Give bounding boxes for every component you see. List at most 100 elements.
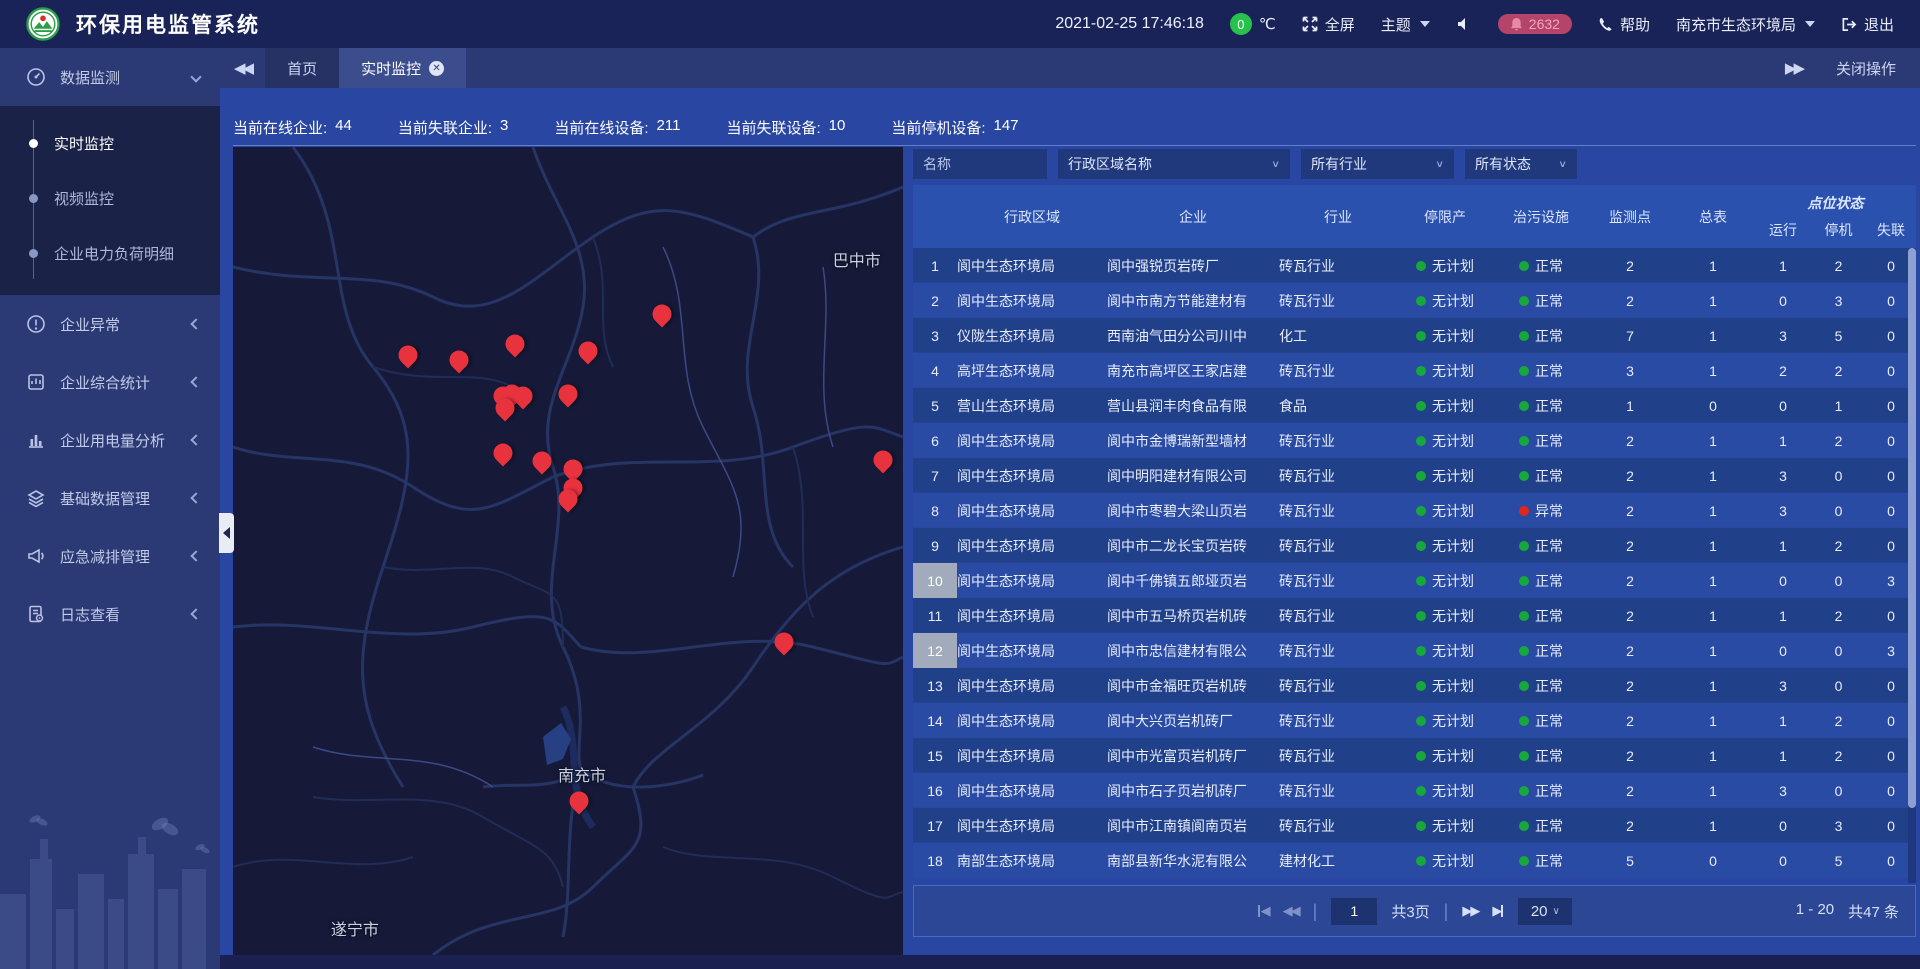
status-dot-icon (1519, 331, 1529, 341)
cell-industry: 砖瓦行业 (1279, 493, 1397, 528)
notification-badge[interactable]: 2632 (1498, 14, 1572, 34)
sidebar-collapse-button[interactable] (219, 513, 234, 553)
cell-halt-count: 3 (1811, 808, 1866, 843)
cell-industry: 砖瓦行业 (1279, 598, 1397, 633)
cell-facility-status: 正常 (1493, 458, 1589, 493)
cell-index: 8 (913, 493, 957, 528)
sidebar-group-button[interactable]: 应急减排管理 (0, 527, 220, 585)
sidebar-group-button[interactable]: 企业用电量分析 (0, 411, 220, 469)
table-row[interactable]: 13 阆中生态环境局 阆中市金福旺页岩机砖 砖瓦行业 无计划 正常 2 1 3 … (913, 668, 1916, 703)
sidebar-menu: 数据监测 实时监控视频监控企业电力负荷明细 企业异常 企业综合统计 企业用电量分… (0, 48, 220, 643)
chevron-left-icon (190, 550, 201, 561)
table-scrollbar[interactable] (1908, 248, 1916, 883)
facility-status-text: 异常 (1535, 501, 1563, 521)
cell-index: 6 (913, 423, 957, 458)
cell-monitor-count: 3 (1589, 353, 1671, 388)
region-filter-select[interactable]: 行政区域名称 ∨ (1058, 149, 1290, 179)
help-button[interactable]: 帮助 (1598, 14, 1650, 35)
filter-bar: 行政区域名称 ∨ 所有行业 ∨ 所有状态 ∨ (913, 149, 1916, 179)
page-number-input[interactable] (1331, 898, 1377, 925)
cell-facility-status: 正常 (1493, 528, 1589, 563)
name-filter-input[interactable] (913, 149, 1047, 179)
logout-icon (1841, 17, 1857, 32)
logout-button[interactable]: 退出 (1841, 14, 1894, 35)
cell-total-count: 1 (1671, 668, 1755, 703)
col-run: 运行 (1755, 220, 1811, 240)
tab[interactable]: 首页 (265, 48, 339, 88)
scrollbar-thumb[interactable] (1908, 248, 1916, 808)
cell-company: 阆中市二龙长宝页岩砖 (1107, 528, 1279, 563)
table-row[interactable]: 4 高坪生态环境局 南充市高坪区王家店建 砖瓦行业 无计划 正常 3 1 2 2… (913, 353, 1916, 388)
industry-filter-select[interactable]: 所有行业 ∨ (1301, 149, 1454, 179)
cell-stop-status: 无计划 (1397, 598, 1493, 633)
table-row[interactable]: 10 阆中生态环境局 阆中千佛镇五郎垭页岩 砖瓦行业 无计划 正常 2 1 0 … (913, 563, 1916, 598)
stat-label: 当前在线设备: (554, 117, 648, 138)
sidebar-group-button[interactable]: 企业异常 (0, 295, 220, 353)
status-dot-icon (1519, 261, 1529, 271)
prev-page-button[interactable]: ◀◀ (1283, 903, 1299, 919)
sidebar-subitem[interactable]: 视频监控 (0, 171, 220, 226)
sidebar-group-button[interactable]: 日志查看 (0, 585, 220, 643)
table-row[interactable]: 17 阆中生态环境局 阆中市江南镇阆南页岩 砖瓦行业 无计划 正常 2 1 0 … (913, 808, 1916, 843)
sidebar-subitem[interactable]: 企业电力负荷明细 (0, 226, 220, 281)
cell-index: 1 (913, 248, 957, 283)
last-page-button[interactable]: ▶ (1492, 903, 1504, 919)
sidebar-subitem[interactable]: 实时监控 (0, 116, 220, 171)
pager-divider: | (1313, 901, 1318, 922)
stop-status-text: 无计划 (1432, 536, 1474, 556)
col-index (913, 185, 957, 248)
tab-close-icon[interactable]: ✕ (429, 61, 444, 76)
tab[interactable]: 实时监控 ✕ (339, 48, 466, 88)
table-row[interactable]: 18 南部生态环境局 南部县新华水泥有限公 建材化工 无计划 正常 5 0 0 … (913, 843, 1916, 878)
sidebar-group-button[interactable]: 数据监测 (0, 48, 220, 106)
col-monitor: 监测点 (1589, 185, 1671, 248)
green-dot-icon (1416, 681, 1426, 691)
cell-total-count: 1 (1671, 283, 1755, 318)
green-dot-icon (1416, 261, 1426, 271)
pagination-bar: ◀ ◀◀ | 共3页 | ▶▶ ▶ 20 ∨ 1 - 20 共47 条 (913, 885, 1916, 937)
close-operations-button[interactable]: 关闭操作 (1836, 58, 1896, 79)
cell-run-count: 3 (1755, 668, 1811, 703)
table-row[interactable]: 7 阆中生态环境局 阆中明阳建材有限公司 砖瓦行业 无计划 正常 2 1 3 0… (913, 458, 1916, 493)
table-row[interactable]: 12 阆中生态环境局 阆中市忠信建材有限公 砖瓦行业 无计划 正常 2 1 0 … (913, 633, 1916, 668)
table-row[interactable]: 6 阆中生态环境局 阆中市金博瑞新型墙材 砖瓦行业 无计划 正常 2 1 1 2… (913, 423, 1916, 458)
sidebar-group-button[interactable]: 基础数据管理 (0, 469, 220, 527)
app-title: 环保用电监管系统 (76, 9, 260, 39)
stat-value: 44 (335, 117, 352, 138)
first-page-button[interactable]: ◀ (1257, 903, 1269, 919)
status-filter-select[interactable]: 所有状态 ∨ (1465, 149, 1577, 179)
log-icon (26, 604, 46, 624)
table-row[interactable]: 3 仪陇生态环境局 西南油气田分公司川中 化工 无计划 正常 7 1 3 5 0 (913, 318, 1916, 353)
org-dropdown[interactable]: 南充市生态环境局 (1676, 14, 1815, 35)
table-row[interactable]: 9 阆中生态环境局 阆中市二龙长宝页岩砖 砖瓦行业 无计划 正常 2 1 1 2… (913, 528, 1916, 563)
cell-facility-status: 异常 (1493, 493, 1589, 528)
cell-monitor-count: 2 (1589, 773, 1671, 808)
cell-facility-status: 正常 (1493, 248, 1589, 283)
facility-status-text: 正常 (1535, 571, 1563, 591)
next-page-button[interactable]: ▶▶ (1462, 903, 1478, 919)
table-row[interactable]: 16 阆中生态环境局 阆中市石子页岩机砖厂 砖瓦行业 无计划 正常 2 1 3 … (913, 773, 1916, 808)
notification-count: 2632 (1529, 16, 1560, 32)
table-row[interactable]: 11 阆中生态环境局 阆中市五马桥页岩机砖 砖瓦行业 无计划 正常 2 1 1 … (913, 598, 1916, 633)
theme-dropdown[interactable]: 主题 (1381, 14, 1430, 35)
green-dot-icon (1416, 716, 1426, 726)
cell-industry: 砖瓦行业 (1279, 248, 1397, 283)
table-row[interactable]: 14 阆中生态环境局 阆中大兴页岩机砖厂 砖瓦行业 无计划 正常 2 1 1 2… (913, 703, 1916, 738)
table-row[interactable]: 5 营山生态环境局 营山县润丰肉食品有限 食品 无计划 正常 1 0 0 1 0 (913, 388, 1916, 423)
speaker-mute-icon[interactable] (1456, 16, 1472, 32)
table-row[interactable]: 8 阆中生态环境局 阆中市枣碧大梁山页岩 砖瓦行业 无计划 异常 2 1 3 0… (913, 493, 1916, 528)
table-row[interactable]: 15 阆中生态环境局 阆中市光富页岩机砖厂 砖瓦行业 无计划 正常 2 1 1 … (913, 738, 1916, 773)
page-size-select[interactable]: 20 ∨ (1518, 898, 1572, 925)
green-dot-icon (1416, 436, 1426, 446)
cell-company: 阆中市石子页岩机砖厂 (1107, 773, 1279, 808)
sidebar-group-label: 企业综合统计 (60, 372, 192, 393)
tabs-scroll-right-button[interactable]: ▶▶ (1771, 59, 1816, 77)
table-row[interactable]: 2 阆中生态环境局 阆中市南方节能建材有 砖瓦行业 无计划 正常 2 1 0 3… (913, 283, 1916, 318)
tabs-scroll-left-button[interactable]: ◀◀ (220, 59, 265, 77)
map[interactable]: 巴中市南充市遂宁市 (233, 147, 903, 955)
sidebar-group-button[interactable]: 企业综合统计 (0, 353, 220, 411)
cell-stop-status: 无计划 (1397, 563, 1493, 598)
cell-halt-count: 2 (1811, 248, 1866, 283)
fullscreen-button[interactable]: 全屏 (1302, 14, 1355, 35)
table-row[interactable]: 1 阆中生态环境局 阆中强锐页岩砖厂 砖瓦行业 无计划 正常 2 1 1 2 0 (913, 248, 1916, 283)
